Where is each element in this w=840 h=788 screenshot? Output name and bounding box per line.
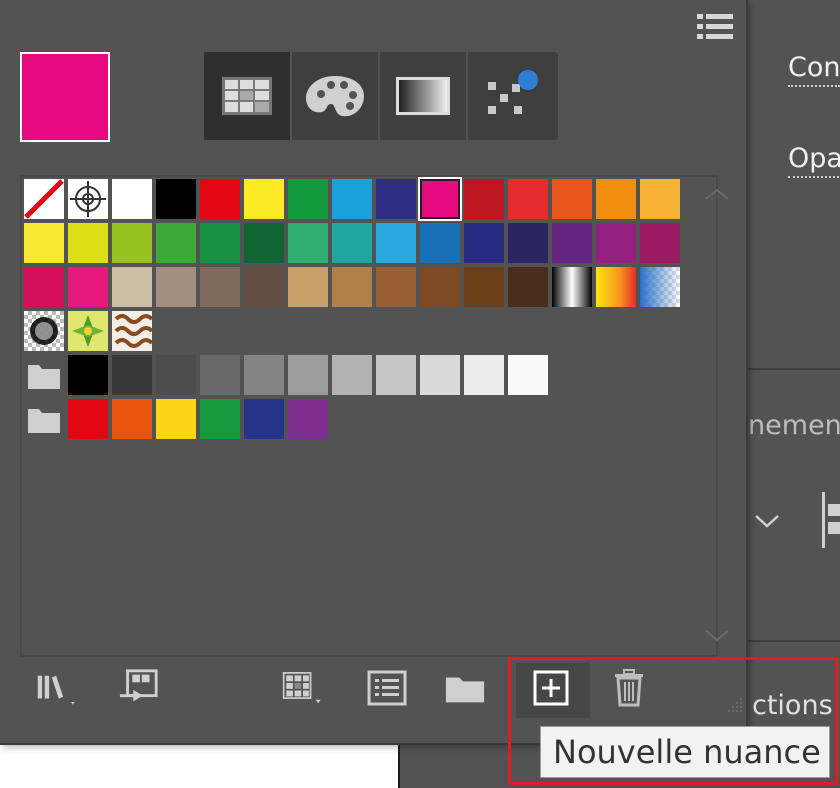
- color-group-folder-icon[interactable]: [26, 361, 62, 391]
- swatch[interactable]: [68, 311, 108, 351]
- swatch[interactable]: [332, 223, 372, 263]
- swatch-kinds-icon[interactable]: [282, 668, 324, 708]
- color-group-folder-icon[interactable]: [26, 405, 62, 435]
- swatch[interactable]: [112, 355, 152, 395]
- swatch[interactable]: [376, 223, 416, 263]
- swatch[interactable]: [376, 179, 416, 219]
- swatch[interactable]: [200, 399, 240, 439]
- swatch[interactable]: [332, 179, 372, 219]
- swatch[interactable]: [552, 179, 592, 219]
- swatch[interactable]: [244, 355, 284, 395]
- swatch-view-toolbar: [204, 52, 558, 140]
- swatch[interactable]: [464, 223, 504, 263]
- pattern-view-icon[interactable]: [468, 52, 556, 140]
- swatch[interactable]: [68, 223, 108, 263]
- swatch[interactable]: [24, 179, 64, 219]
- swatch[interactable]: [288, 267, 328, 307]
- swatch[interactable]: [156, 267, 196, 307]
- swatch[interactable]: [112, 223, 152, 263]
- swatch[interactable]: [156, 179, 196, 219]
- scroll-down-arrow[interactable]: [704, 629, 730, 643]
- swatch[interactable]: [244, 399, 284, 439]
- swatch[interactable]: [288, 179, 328, 219]
- swatch-options-icon[interactable]: [366, 668, 408, 708]
- swatch[interactable]: [244, 179, 284, 219]
- swatch[interactable]: [112, 311, 154, 351]
- swatch[interactable]: [112, 267, 152, 307]
- swatch[interactable]: [24, 223, 64, 263]
- swatch[interactable]: [68, 179, 108, 219]
- properties-label-contour[interactable]: Con: [788, 52, 840, 87]
- chevron-down-icon[interactable]: [754, 512, 780, 530]
- swatch[interactable]: [464, 355, 504, 395]
- swatch[interactable]: [156, 355, 196, 395]
- swatch[interactable]: [596, 179, 636, 219]
- swatch[interactable]: [200, 267, 240, 307]
- swatch[interactable]: [420, 267, 460, 307]
- swatch[interactable]: [552, 223, 592, 263]
- swatch[interactable]: [200, 179, 240, 219]
- swatch[interactable]: [332, 355, 372, 395]
- swatch[interactable]: [508, 223, 548, 263]
- properties-label-opacity[interactable]: Opa: [788, 143, 840, 178]
- swatch[interactable]: [508, 267, 548, 307]
- swatch[interactable]: [68, 267, 108, 307]
- new-swatch-tooltip: Nouvelle nuance: [540, 726, 830, 778]
- swatch[interactable]: [200, 355, 240, 395]
- swatch-libraries-icon[interactable]: [36, 668, 78, 708]
- swatch[interactable]: [288, 355, 328, 395]
- swatch[interactable]: [244, 267, 284, 307]
- swatch[interactable]: [332, 267, 372, 307]
- new-color-group-icon[interactable]: [444, 668, 486, 708]
- place-swatches-icon[interactable]: [118, 668, 160, 708]
- fill-color-preview[interactable]: [20, 52, 110, 142]
- properties-separator: [748, 640, 840, 642]
- swatch[interactable]: [112, 179, 152, 219]
- swatches-panel: [0, 0, 748, 745]
- swatch[interactable]: [464, 267, 504, 307]
- swatch[interactable]: [596, 223, 636, 263]
- swatch[interactable]: [508, 355, 548, 395]
- align-icon[interactable]: [820, 492, 840, 548]
- properties-separator: [748, 368, 840, 370]
- swatch[interactable]: [418, 177, 462, 221]
- swatch[interactable]: [420, 355, 460, 395]
- swatch[interactable]: [24, 311, 64, 351]
- gradient-view-icon[interactable]: [380, 52, 468, 140]
- swatch[interactable]: [24, 267, 64, 307]
- swatch[interactable]: [200, 223, 240, 263]
- swatch[interactable]: [596, 267, 636, 307]
- swatch[interactable]: [640, 267, 680, 307]
- scroll-up-arrow[interactable]: [704, 187, 730, 201]
- swatch[interactable]: [156, 399, 196, 439]
- swatch[interactable]: [68, 355, 108, 395]
- swatch[interactable]: [112, 399, 152, 439]
- swatch[interactable]: [376, 355, 416, 395]
- swatch[interactable]: [244, 223, 284, 263]
- swatch-grid: [20, 175, 729, 657]
- swatch[interactable]: [376, 267, 416, 307]
- panel-menu-icon[interactable]: [697, 13, 733, 41]
- swatch[interactable]: [552, 267, 592, 307]
- list-view-small-icon[interactable]: [204, 52, 292, 140]
- properties-label-arrangement: nement: [748, 410, 840, 441]
- swatch[interactable]: [68, 399, 108, 439]
- swatch[interactable]: [640, 179, 680, 219]
- swatch[interactable]: [464, 179, 504, 219]
- swatch[interactable]: [420, 223, 460, 263]
- swatch[interactable]: [288, 223, 328, 263]
- swatch[interactable]: [288, 399, 328, 439]
- swatch[interactable]: [156, 223, 196, 263]
- swatch[interactable]: [508, 179, 548, 219]
- color-groups-palette-icon[interactable]: [292, 52, 380, 140]
- swatch[interactable]: [640, 223, 680, 263]
